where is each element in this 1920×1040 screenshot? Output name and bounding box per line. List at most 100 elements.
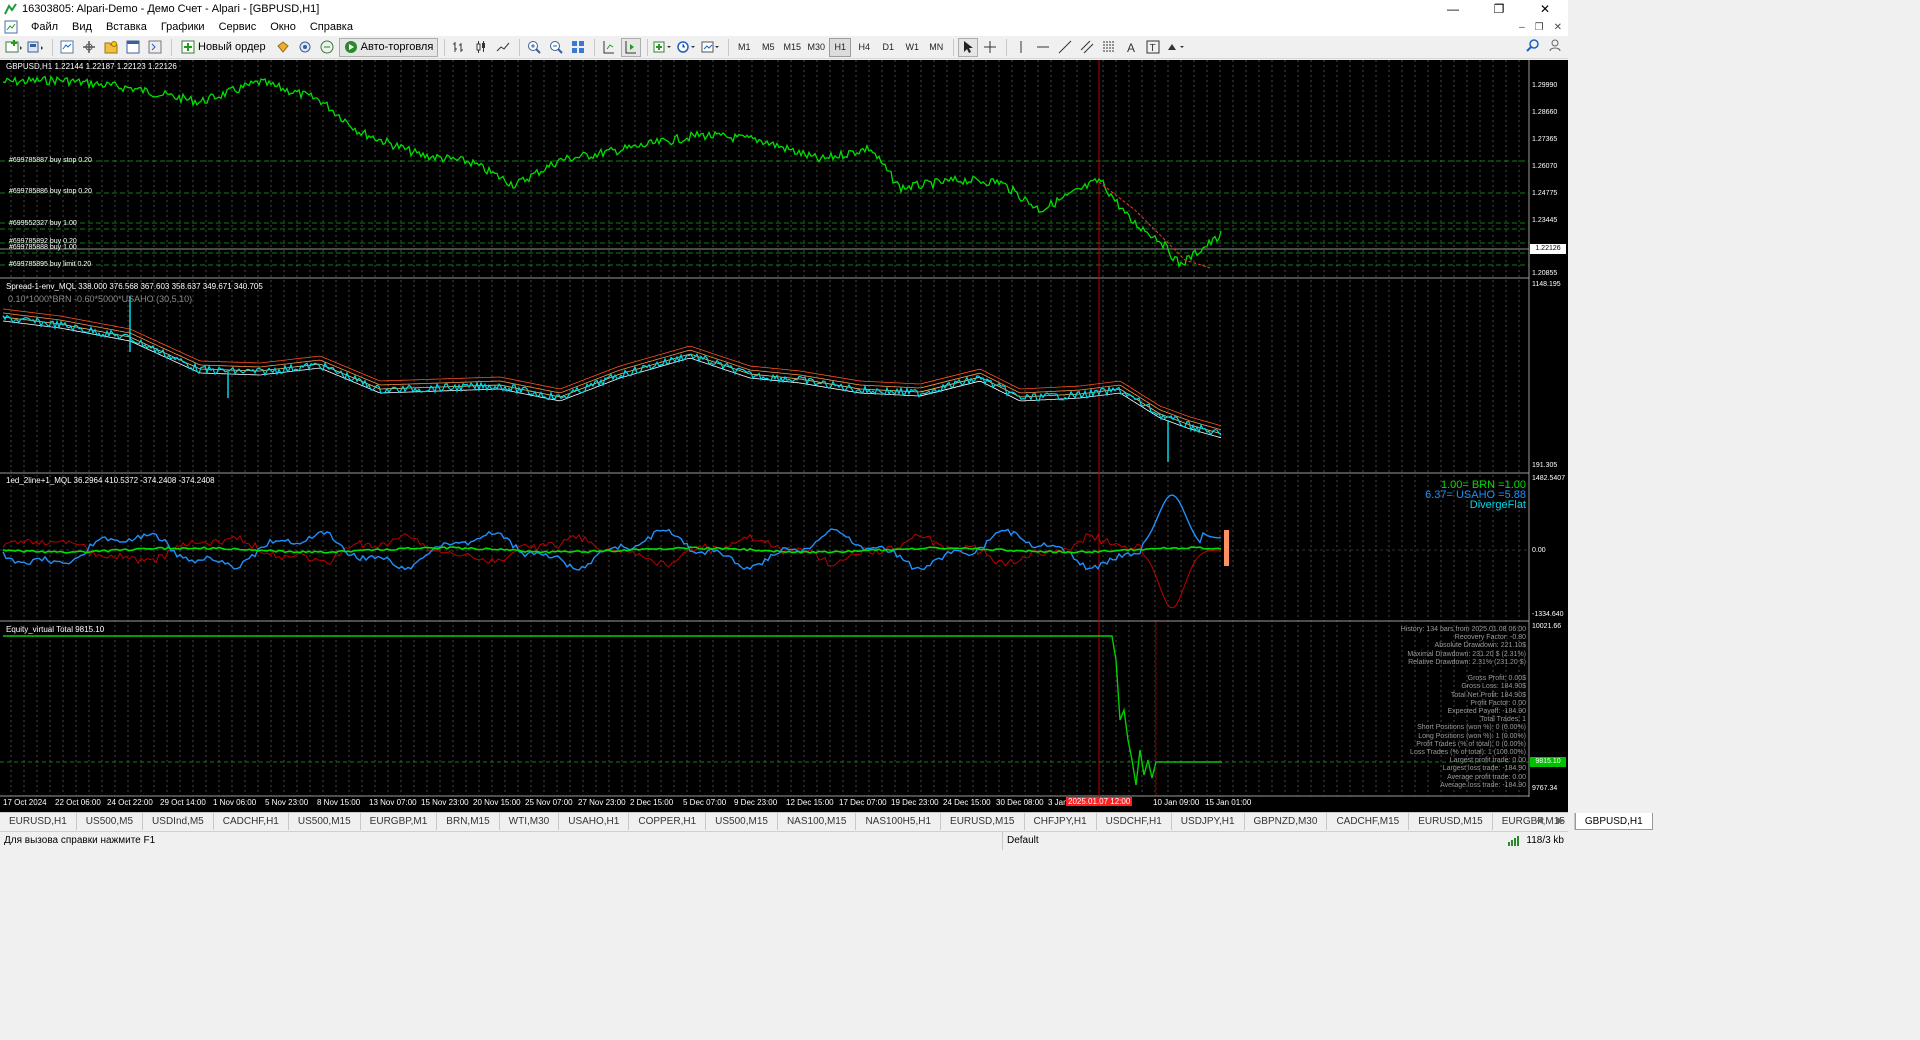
maximize-button[interactable]: ❐ xyxy=(1476,0,1522,18)
status-traffic: 118/3 kb xyxy=(1508,835,1564,846)
zoom-out-button[interactable] xyxy=(546,38,566,57)
timeframe-h4[interactable]: H4 xyxy=(853,38,875,57)
date-label: 2 Dec 15:00 xyxy=(630,798,674,807)
order-label[interactable]: #699785887 buy stop 0.20 xyxy=(9,157,92,164)
menu-help[interactable]: Справка xyxy=(303,21,360,33)
chart-tab[interactable]: EURUSD,M15 xyxy=(1409,813,1493,830)
fibonacci-tool-icon[interactable] xyxy=(1099,38,1119,57)
menu-charts[interactable]: Графики xyxy=(154,21,212,33)
periods-button[interactable] xyxy=(676,38,698,57)
chart-tab[interactable]: US500,M15 xyxy=(289,813,361,830)
osc-axis-bottom: -1334.640 xyxy=(1532,611,1564,618)
chart-tab[interactable]: USDInd,M5 xyxy=(143,813,214,830)
text-label-tool-icon[interactable]: T xyxy=(1143,38,1163,57)
date-label: 9 Dec 23:00 xyxy=(734,798,778,807)
channel-tool-icon[interactable] xyxy=(1077,38,1097,57)
chart-tab[interactable]: GBPUSD,H1 xyxy=(1574,813,1653,830)
new-order-button[interactable]: Новый ордер xyxy=(176,38,271,57)
tab-scroll-left-icon[interactable]: ◀ xyxy=(1536,815,1543,826)
chart-area[interactable]: GBPUSD,H1 1.22144 1.22187 1.22123 1.2212… xyxy=(0,60,1568,812)
chart-tab[interactable]: BRN,M15 xyxy=(437,813,500,830)
timeframe-m1[interactable]: M1 xyxy=(733,38,755,57)
timeframe-m15[interactable]: M15 xyxy=(781,38,803,57)
date-label: 13 Nov 07:00 xyxy=(369,798,417,807)
timeframe-d1[interactable]: D1 xyxy=(877,38,899,57)
navigator-icon[interactable] xyxy=(101,38,121,57)
chart-tab[interactable]: US500,M15 xyxy=(706,813,778,830)
new-chart-button[interactable] xyxy=(4,38,24,57)
chart-tab[interactable]: EURUSD,H1 xyxy=(0,813,77,830)
chart-tab[interactable]: NAS100H5,H1 xyxy=(856,813,942,830)
timeframe-w1[interactable]: W1 xyxy=(901,38,923,57)
order-label[interactable]: #699785886 buy stop 0.20 xyxy=(9,188,92,195)
text-tool-icon[interactable]: A xyxy=(1121,38,1141,57)
minimize-button[interactable]: — xyxy=(1430,0,1476,18)
timeframe-mn[interactable]: MN xyxy=(925,38,947,57)
indicators-button[interactable] xyxy=(652,38,674,57)
timeframe-m30[interactable]: M30 xyxy=(805,38,827,57)
chart-tab[interactable]: CADCHF,H1 xyxy=(214,813,289,830)
date-label: 5 Nov 23:00 xyxy=(265,798,309,807)
chart-shift-button[interactable] xyxy=(599,38,619,57)
tab-scroll-right-icon[interactable]: ▶ xyxy=(1557,815,1564,826)
autoscroll-button[interactable] xyxy=(621,37,642,57)
chart-tab[interactable]: GBPNZD,M30 xyxy=(1245,813,1328,830)
order-label[interactable]: #699552327 buy 1.00 xyxy=(9,220,77,227)
crosshair-tool-icon[interactable] xyxy=(980,38,1000,57)
window-title: 16303805: Alpari-Demo - Демо Счет - Alpa… xyxy=(22,3,320,15)
marketplace-icon[interactable] xyxy=(273,38,293,57)
metaeditor-icon[interactable] xyxy=(317,38,337,57)
chart-canvas[interactable] xyxy=(0,60,1568,812)
chart-tab[interactable]: COPPER,H1 xyxy=(629,813,707,830)
chart-tab[interactable]: WTI,M30 xyxy=(500,813,560,830)
chart-tab[interactable]: USDJPY,H1 xyxy=(1172,813,1245,830)
status-profile[interactable]: Default xyxy=(1002,832,1043,850)
line-chart-button[interactable] xyxy=(493,38,513,57)
templates-button[interactable] xyxy=(700,38,722,57)
community-icon[interactable] xyxy=(1548,38,1562,55)
chart-tab[interactable]: NAS100,M15 xyxy=(778,813,857,830)
date-label: 30 Dec 08:00 xyxy=(996,798,1044,807)
chart-tab[interactable]: USAHO,H1 xyxy=(559,813,630,830)
menu-view[interactable]: Вид xyxy=(65,21,99,33)
autotrading-button[interactable]: Авто-торговля xyxy=(338,37,439,57)
chart-tab[interactable]: CADCHF,M15 xyxy=(1327,813,1410,830)
signals-icon[interactable] xyxy=(295,38,315,57)
candlestick-button[interactable] xyxy=(471,38,491,57)
profiles-button[interactable] xyxy=(26,38,46,57)
close-button[interactable]: ✕ xyxy=(1522,0,1568,18)
chart-window-icon[interactable] xyxy=(4,20,18,34)
mdi-restore-button[interactable]: ❐ xyxy=(1535,22,1544,33)
arrows-tool-icon[interactable] xyxy=(1165,38,1187,57)
search-icon[interactable] xyxy=(1526,38,1540,55)
horizontal-line-tool-icon[interactable] xyxy=(1033,38,1053,57)
chart-tab[interactable]: EURUSD,M15 xyxy=(941,813,1025,830)
mdi-minimize-button[interactable]: – xyxy=(1519,22,1525,33)
tile-windows-button[interactable] xyxy=(568,38,588,57)
strategy-tester-icon[interactable] xyxy=(145,38,165,57)
menu-insert[interactable]: Вставка xyxy=(99,21,154,33)
bar-chart-button[interactable] xyxy=(449,38,469,57)
chart-tab[interactable]: CHFJPY,H1 xyxy=(1025,813,1097,830)
date-label: 20 Nov 15:00 xyxy=(473,798,521,807)
spread-formula: 0.10*1000*BRN -0.60*5000*USAHO (30,5,10) xyxy=(8,294,193,304)
terminal-icon[interactable] xyxy=(123,38,143,57)
menu-window[interactable]: Окно xyxy=(263,21,303,33)
order-label[interactable]: #699785895 buy limit 0.20 xyxy=(9,261,91,268)
chart-tab[interactable]: US500,M5 xyxy=(77,813,144,830)
trendline-tool-icon[interactable] xyxy=(1055,38,1075,57)
chart-tab[interactable]: USDCHF,H1 xyxy=(1097,813,1172,830)
menu-file[interactable]: Файл xyxy=(24,21,65,33)
timeframe-m5[interactable]: M5 xyxy=(757,38,779,57)
spread-series-line xyxy=(2,314,1222,437)
vertical-line-tool-icon[interactable] xyxy=(1011,38,1031,57)
cursor-tool-icon[interactable] xyxy=(958,37,979,57)
market-watch-icon[interactable] xyxy=(57,38,77,57)
mdi-close-button[interactable]: ✕ xyxy=(1554,22,1562,33)
timeframe-h1[interactable]: H1 xyxy=(829,37,852,57)
chart-tab[interactable]: EURGBP,M1 xyxy=(361,813,438,830)
menu-tools[interactable]: Сервис xyxy=(212,21,264,33)
order-label[interactable]: #699785888 buy 1.00 xyxy=(9,244,77,251)
data-window-icon[interactable] xyxy=(79,38,99,57)
zoom-in-button[interactable] xyxy=(524,38,544,57)
